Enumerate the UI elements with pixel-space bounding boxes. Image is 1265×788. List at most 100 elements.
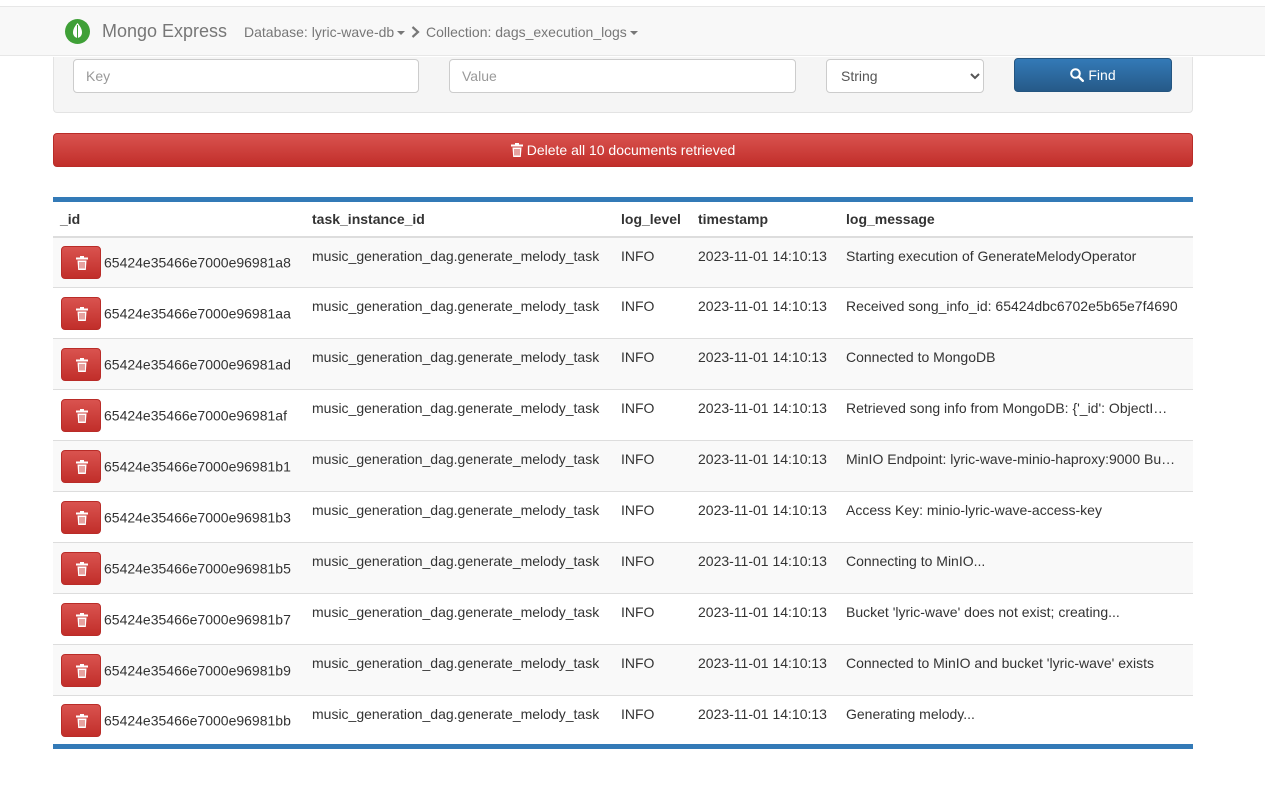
log-level-cell[interactable]: INFO: [614, 695, 691, 747]
task-instance-id-cell[interactable]: music_generation_dag.generate_melody_tas…: [305, 389, 614, 441]
trash-icon: [510, 143, 523, 157]
value-input[interactable]: [449, 59, 796, 93]
delete-document-button[interactable]: [61, 551, 101, 585]
timestamp-cell[interactable]: 2023-11-01 14:10:13: [691, 236, 839, 288]
log-message-cell[interactable]: Received song_info_id: 65424dbc6702e5b65…: [839, 287, 1193, 339]
timestamp-cell[interactable]: 2023-11-01 14:10:13: [691, 440, 839, 492]
task-instance-id-cell[interactable]: music_generation_dag.generate_melody_tas…: [305, 542, 614, 594]
log-message-cell[interactable]: Access Key: minio-lyric-wave-access-key: [839, 491, 1193, 543]
task-instance-id-cell[interactable]: music_generation_dag.generate_melody_tas…: [305, 236, 614, 288]
log-level-cell[interactable]: INFO: [614, 389, 691, 441]
task-instance-id-cell[interactable]: music_generation_dag.generate_melody_tas…: [305, 644, 614, 696]
search-icon: [1070, 68, 1085, 82]
delete-document-button[interactable]: [61, 703, 101, 737]
brand-name[interactable]: Mongo Express: [102, 21, 227, 42]
log-level-cell[interactable]: INFO: [614, 491, 691, 543]
document-id[interactable]: 65424e35466e7000e96981ad: [104, 356, 291, 372]
table-row[interactable]: 65424e35466e7000e96981a8 music_generation…: [53, 236, 1193, 288]
log-message-cell[interactable]: MinIO Endpoint: lyric-wave-minio-haproxy…: [839, 440, 1193, 492]
timestamp-cell[interactable]: 2023-11-01 14:10:13: [691, 593, 839, 645]
document-id[interactable]: 65424e35466e7000e96981a8: [104, 254, 291, 270]
trash-icon: [76, 408, 88, 423]
timestamp-cell[interactable]: 2023-11-01 14:10:13: [691, 287, 839, 339]
timestamp-cell[interactable]: 2023-11-01 14:10:13: [691, 542, 839, 594]
trash-icon: [76, 713, 88, 728]
task-instance-id-cell[interactable]: music_generation_dag.generate_melody_tas…: [305, 593, 614, 645]
delete-document-button[interactable]: [61, 653, 101, 687]
document-id[interactable]: 65424e35466e7000e96981bb: [104, 712, 291, 728]
document-id[interactable]: 65424e35466e7000e96981aa: [104, 305, 291, 321]
log-level-cell[interactable]: INFO: [614, 440, 691, 492]
log-message-cell[interactable]: Starting execution of GenerateMelodyOper…: [839, 236, 1193, 288]
mongodb-leaf-icon[interactable]: [65, 19, 90, 44]
document-id[interactable]: 65424e35466e7000e96981b9: [104, 662, 291, 678]
document-id[interactable]: 65424e35466e7000e96981af: [104, 407, 287, 423]
timestamp-cell[interactable]: 2023-11-01 14:10:13: [691, 338, 839, 390]
delete-document-button[interactable]: [61, 500, 101, 534]
table-row[interactable]: 65424e35466e7000e96981b9 music_generation…: [53, 644, 1193, 696]
delete-document-button[interactable]: [61, 347, 101, 381]
task-instance-id-cell[interactable]: music_generation_dag.generate_melody_tas…: [305, 440, 614, 492]
database-label: Database: lyric-wave-db: [244, 24, 395, 40]
trash-icon: [76, 459, 88, 474]
log-level-cell[interactable]: INFO: [614, 542, 691, 594]
document-id[interactable]: 65424e35466e7000e96981b5: [104, 560, 291, 576]
table-row[interactable]: 65424e35466e7000e96981ad music_generation…: [53, 338, 1193, 390]
table-header-row: _id task_instance_id log_level timestamp…: [53, 199, 1193, 238]
column-header-id[interactable]: _id: [53, 199, 305, 238]
timestamp-cell[interactable]: 2023-11-01 14:10:13: [691, 491, 839, 543]
top-navbar: Mongo Express Database: lyric-wave-db Co…: [0, 6, 1265, 56]
table-row[interactable]: 65424e35466e7000e96981b5 music_generation…: [53, 542, 1193, 594]
task-instance-id-cell[interactable]: music_generation_dag.generate_melody_tas…: [305, 287, 614, 339]
task-instance-id-cell[interactable]: music_generation_dag.generate_melody_tas…: [305, 695, 614, 747]
log-message-cell[interactable]: Generating melody...: [839, 695, 1193, 747]
log-message-cell[interactable]: Connected to MongoDB: [839, 338, 1193, 390]
table-row[interactable]: 65424e35466e7000e96981b7 music_generation…: [53, 593, 1193, 645]
database-dropdown[interactable]: Database: lyric-wave-db: [244, 24, 406, 40]
delete-document-button[interactable]: [61, 296, 101, 330]
table-row[interactable]: 65424e35466e7000e96981b1 music_generation…: [53, 440, 1193, 492]
delete-document-button[interactable]: [61, 245, 101, 279]
column-header-log-message[interactable]: log_message: [839, 199, 1193, 238]
chevron-right-icon: [411, 26, 420, 38]
key-input[interactable]: [73, 59, 419, 93]
log-level-cell[interactable]: INFO: [614, 644, 691, 696]
column-header-task-instance-id[interactable]: task_instance_id: [305, 199, 614, 238]
log-message-cell[interactable]: Bucket 'lyric-wave' does not exist; crea…: [839, 593, 1193, 645]
task-instance-id-cell[interactable]: music_generation_dag.generate_melody_tas…: [305, 338, 614, 390]
trash-icon: [76, 612, 88, 627]
trash-icon: [76, 561, 88, 576]
id-cell: 65424e35466e7000e96981b3: [53, 491, 305, 543]
trash-icon: [76, 663, 88, 678]
log-level-cell[interactable]: INFO: [614, 236, 691, 288]
delete-all-label: Delete all 10 documents retrieved: [526, 142, 736, 158]
trash-icon: [76, 306, 88, 321]
log-message-cell[interactable]: Connected to MinIO and bucket 'lyric-wav…: [839, 644, 1193, 696]
collection-dropdown[interactable]: Collection: dags_execution_logs: [426, 24, 638, 40]
log-message-cell[interactable]: Connecting to MinIO...: [839, 542, 1193, 594]
table-row[interactable]: 65424e35466e7000e96981b3 music_generation…: [53, 491, 1193, 543]
log-level-cell[interactable]: INFO: [614, 593, 691, 645]
delete-all-button[interactable]: Delete all 10 documents retrieved: [53, 133, 1193, 167]
table-row[interactable]: 65424e35466e7000e96981aa music_generation…: [53, 287, 1193, 339]
timestamp-cell[interactable]: 2023-11-01 14:10:13: [691, 695, 839, 747]
find-button[interactable]: Find: [1014, 58, 1172, 92]
table-row[interactable]: 65424e35466e7000e96981bb music_generation…: [53, 695, 1193, 747]
caret-down-icon: [629, 31, 638, 36]
table-row[interactable]: 65424e35466e7000e96981af music_generation…: [53, 389, 1193, 441]
log-level-cell[interactable]: INFO: [614, 287, 691, 339]
timestamp-cell[interactable]: 2023-11-01 14:10:13: [691, 644, 839, 696]
column-header-log-level[interactable]: log_level: [614, 199, 691, 238]
log-message-cell[interactable]: Retrieved song info from MongoDB: {'_id'…: [839, 389, 1193, 441]
type-select[interactable]: String: [826, 59, 984, 93]
document-id[interactable]: 65424e35466e7000e96981b7: [104, 611, 291, 627]
log-level-cell[interactable]: INFO: [614, 338, 691, 390]
column-header-timestamp[interactable]: timestamp: [691, 199, 839, 238]
timestamp-cell[interactable]: 2023-11-01 14:10:13: [691, 389, 839, 441]
task-instance-id-cell[interactable]: music_generation_dag.generate_melody_tas…: [305, 491, 614, 543]
delete-document-button[interactable]: [61, 398, 101, 432]
document-id[interactable]: 65424e35466e7000e96981b3: [104, 509, 291, 525]
delete-document-button[interactable]: [61, 449, 101, 483]
document-id[interactable]: 65424e35466e7000e96981b1: [104, 458, 291, 474]
delete-document-button[interactable]: [61, 602, 101, 636]
